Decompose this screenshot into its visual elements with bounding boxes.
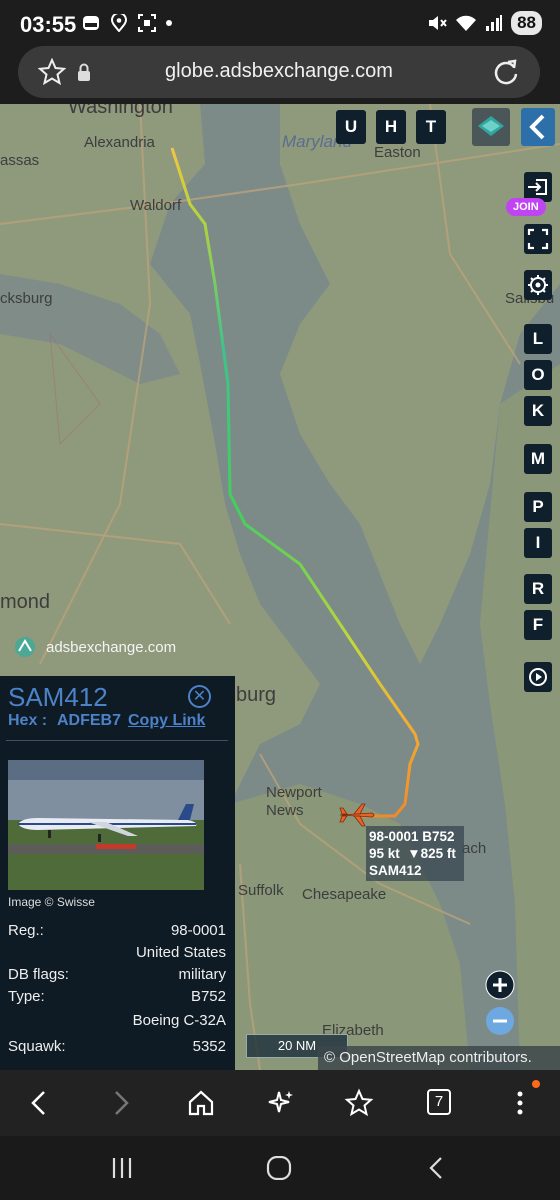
map-label-petersburg: burg [236,684,277,706]
map-label-fredericksburg: cksburg [0,290,53,307]
tabs-button[interactable]: 7 [427,1089,451,1115]
aircraft-photo-image [8,760,204,890]
bookmarks-star-icon[interactable] [344,1088,374,1118]
home-icon[interactable] [186,1088,216,1118]
copy-link[interactable]: Copy Link [128,712,205,730]
dbflags-value: military [178,966,227,983]
more-menu-icon[interactable] [505,1088,535,1118]
system-back-icon[interactable] [426,1156,446,1180]
btn-l[interactable]: L [524,324,552,354]
aircraft-photo[interactable] [8,760,204,890]
photo-credit: Image © Swisse [8,895,95,909]
ai-sparkle-icon[interactable] [266,1088,296,1118]
hex-label: Hex : [8,712,48,729]
dbflags-label: DB flags: [8,966,69,983]
fullscreen-button[interactable] [524,224,552,254]
adsb-logo-icon [15,637,35,657]
zoom-in-icon[interactable] [485,970,515,1000]
collapse-sidebar-button[interactable] [521,108,555,146]
recent-apps-icon[interactable] [110,1156,134,1180]
update-notification-dot [532,1080,540,1088]
hex-value: ADFEB7 [57,712,122,729]
map-label-chesapeake: Chesapeake [302,886,387,903]
aircraft-label-speed-alt: 95 kt ▼825 ft [369,846,456,861]
map-label-waldorf: Waldorf [130,197,182,214]
btn-u[interactable]: U [336,110,366,144]
wifi-icon [456,15,477,31]
type-label: Type: [8,988,45,1005]
squawk-label: Squawk: [8,1038,66,1055]
aircraft-label[interactable]: 98-0001 B752 95 kt ▼825 ft SAM412 [366,826,464,881]
location-heart-icon [110,14,128,32]
squawk-value: 5352 [192,1038,226,1055]
close-panel-button[interactable]: ✕ [188,685,211,708]
forward-icon[interactable] [106,1088,136,1118]
join-badge[interactable]: JOIN [506,198,546,216]
map-label-alexandria: Alexandria [84,134,155,151]
aircraft-icon[interactable] [338,802,376,828]
battery-indicator: 88 [511,11,542,35]
signal-icon [486,15,503,31]
aircraft-label-reg-type: 98-0001 B752 [369,829,455,844]
replay-icon [529,668,547,686]
map-label-easton: Easton [374,144,421,161]
notification-app-icon [83,16,99,30]
mute-icon [429,16,447,30]
layers-icon [478,116,504,136]
aircraft-info-panel: SAM412 ✕ Hex : ADFEB7 Copy Link Image © … [0,676,235,1070]
btn-r[interactable]: R [524,574,552,604]
btn-o[interactable]: O [524,360,552,390]
system-home-icon[interactable] [266,1156,292,1180]
aircraft-label-callsign: SAM412 [369,863,422,878]
close-icon: ✕ [192,688,207,705]
btn-t[interactable]: T [416,110,446,144]
watermark-text: adsbexchange.com [46,638,177,656]
panel-callsign: SAM412 [8,682,108,712]
btn-f[interactable]: F [524,610,552,640]
zoom-out-icon[interactable] [485,1006,515,1036]
url-text[interactable]: globe.adsbexchange.com [18,60,540,83]
address-bar[interactable]: globe.adsbexchange.com [18,46,540,98]
map-label-richmond: mond [0,591,51,613]
watermark: adsbexchange.com [14,636,176,658]
btn-m[interactable]: M [524,444,552,474]
replay-button[interactable] [524,662,552,692]
gear-icon [528,275,548,295]
map-attribution[interactable]: © OpenStreetMap contributors. [318,1046,560,1070]
chevron-left-icon [529,114,545,140]
map-label-beach: ach [462,840,487,857]
model-value: Boeing C-32A [132,1012,226,1029]
type-value: B752 [190,988,226,1005]
status-bar: 03:55 88 [0,0,560,46]
country-value: United States [135,944,226,961]
screenshot-icon [138,14,156,32]
fullscreen-icon [527,228,549,250]
system-navigation-bar [0,1136,560,1200]
panel-divider [6,740,228,741]
reg-label: Reg.: [8,922,44,939]
btn-p[interactable]: P [524,492,552,522]
btn-h[interactable]: H [376,110,406,144]
browser-toolbar: globe.adsbexchange.com [0,46,560,104]
map-label-assas: assas [0,152,40,169]
more-notifications-dot [166,20,172,26]
reload-icon[interactable] [492,57,520,87]
map-label-newport-news: Newport News [266,784,322,819]
btn-k[interactable]: K [524,396,552,426]
reg-value: 98-0001 [170,922,226,939]
layers-button[interactable] [472,108,510,146]
map-label-suffolk: Suffolk [238,882,284,899]
back-icon[interactable] [24,1088,54,1118]
btn-i[interactable]: I [524,528,552,558]
browser-bottom-bar: 7 [0,1070,560,1136]
map-label-washington: Washington [68,104,173,118]
clock: 03:55 [20,12,77,37]
settings-button[interactable] [524,270,552,300]
